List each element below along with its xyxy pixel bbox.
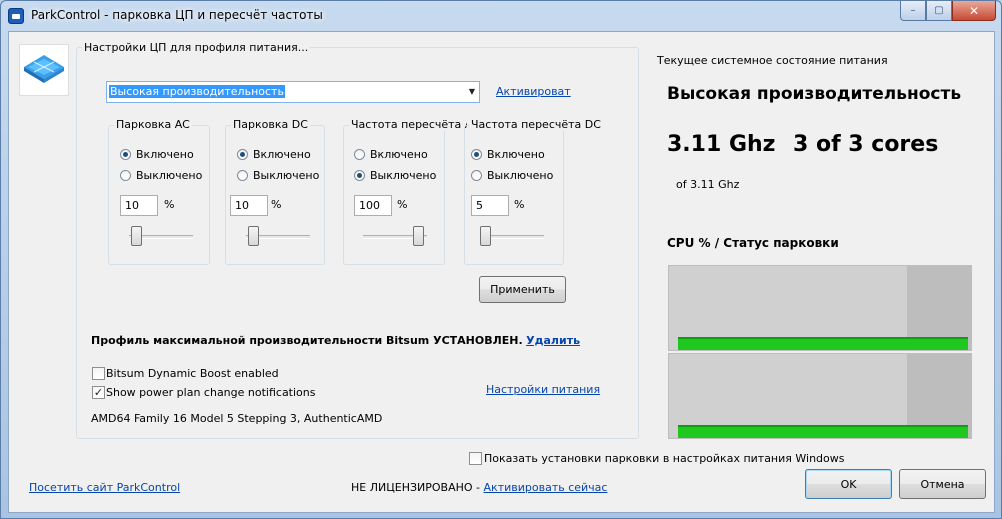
active-cores: 3 of 3 cores xyxy=(793,132,939,157)
parking-ac-off-label[interactable]: Выключено xyxy=(136,169,202,182)
max-frequency: of 3.11 Ghz xyxy=(676,178,740,191)
parkcontrol-app-icon[interactable] xyxy=(8,8,24,24)
cpu-frequency: 3.11 Ghz xyxy=(667,132,776,157)
parking-ac-slider-thumb[interactable] xyxy=(131,226,143,246)
parking-dc-unit: % xyxy=(271,198,282,211)
parking-ac-on-label[interactable]: Включено xyxy=(136,148,194,161)
apply-button[interactable]: Применить xyxy=(479,276,566,303)
remove-profile-link[interactable]: Удалить xyxy=(526,334,580,347)
bitsum-profile-text: Профиль максимальной производительности … xyxy=(91,334,523,347)
cancel-button[interactable]: Отмена xyxy=(899,469,986,499)
freq-scaling-ac-on-label[interactable]: Включено xyxy=(370,148,428,161)
show-parking-label[interactable]: Показать установки парковки в настройках… xyxy=(484,452,845,465)
dialog-client-area: Настройки ЦП для профиля питания... Высо… xyxy=(8,31,995,513)
freq-scaling-dc-value-input[interactable]: 5 xyxy=(471,195,509,216)
parking-ac-label: Парковка AC xyxy=(114,118,192,131)
freq-scaling-ac-off-label[interactable]: Выключено xyxy=(370,169,436,182)
current-plan-name: Высокая производительность xyxy=(667,84,962,104)
bitsum-profile-status: Профиль максимальной производительности … xyxy=(91,334,580,347)
activate-now-link[interactable]: Активировать сейчас xyxy=(484,481,608,494)
dynamic-boost-label[interactable]: Bitsum Dynamic Boost enabled xyxy=(106,367,279,380)
power-settings-link[interactable]: Настройки питания xyxy=(486,383,600,396)
freq-scaling-dc-on-radio[interactable] xyxy=(471,149,482,163)
freq-scaling-ac-value-input[interactable]: 100 xyxy=(354,195,392,216)
parking-dc-slider-thumb[interactable] xyxy=(248,226,260,246)
visit-site-link[interactable]: Посетить сайт ParkControl xyxy=(29,481,180,494)
parkcontrol-logo-icon xyxy=(19,44,69,96)
freq-scaling-dc-unit: % xyxy=(514,198,525,211)
chevron-down-icon[interactable]: ▼ xyxy=(469,87,475,96)
notifications-label[interactable]: Show power plan change notifications xyxy=(106,386,316,399)
freq-scaling-dc-off-radio[interactable] xyxy=(471,170,482,184)
parking-dc-off-radio[interactable] xyxy=(237,170,248,184)
parking-dc-off-label[interactable]: Выключено xyxy=(253,169,319,182)
cpu-chart-title: CPU % / Статус парковки xyxy=(667,236,839,250)
core-usage-bar xyxy=(678,337,968,350)
core-usage-bar xyxy=(678,425,968,438)
parking-ac-unit: % xyxy=(164,198,175,211)
cpu-settings-group-label: Настройки ЦП для профиля питания... xyxy=(82,41,311,54)
freq-scaling-dc-label: Частота пересчёта DC xyxy=(469,118,603,131)
power-profile-selected-value: Высокая производительность xyxy=(109,85,285,98)
ok-button[interactable]: OK xyxy=(805,469,892,499)
parking-ac-off-radio[interactable] xyxy=(120,170,131,184)
cpu-parking-chart xyxy=(668,265,972,442)
freq-scaling-ac-slider-thumb[interactable] xyxy=(413,226,424,246)
parking-ac-on-radio[interactable] xyxy=(120,149,131,163)
core-usage-row xyxy=(668,353,972,439)
parking-dc-value-input[interactable]: 10 xyxy=(230,195,268,216)
freq-scaling-dc-off-label[interactable]: Выключено xyxy=(487,169,553,182)
power-status-heading: Текущее системное состояние питания xyxy=(657,54,888,67)
power-profile-select[interactable]: Высокая производительность ▼ xyxy=(106,81,480,103)
close-button[interactable]: ✕ xyxy=(952,1,996,21)
core-usage-row xyxy=(668,265,972,351)
freq-scaling-dc-on-label[interactable]: Включено xyxy=(487,148,545,161)
freq-scaling-ac-unit: % xyxy=(397,198,408,211)
parking-ac-value-input[interactable]: 10 xyxy=(120,195,158,216)
unlicensed-text: НЕ ЛИЦЕНЗИРОВАНО - xyxy=(351,481,481,494)
caption-buttons: – ▢ ✕ xyxy=(900,1,996,21)
window-title: ParkControl - парковка ЦП и пересчёт час… xyxy=(31,8,323,22)
cpu-info-text: AMD64 Family 16 Model 5 Stepping 3, Auth… xyxy=(91,412,383,425)
minimize-button[interactable]: – xyxy=(900,1,926,21)
activate-profile-link[interactable]: Активироват xyxy=(496,85,571,98)
notifications-checkbox[interactable]: ✓ xyxy=(92,386,105,399)
parking-dc-on-label[interactable]: Включено xyxy=(253,148,311,161)
dynamic-boost-checkbox[interactable] xyxy=(92,367,105,380)
show-parking-checkbox[interactable] xyxy=(469,452,482,465)
app-window: ParkControl - парковка ЦП и пересчёт час… xyxy=(0,0,1002,519)
freq-scaling-ac-label: Частота пересчёта AC xyxy=(349,118,467,131)
license-status: НЕ ЛИЦЕНЗИРОВАНО - Активировать сейчас xyxy=(351,481,607,494)
title-bar[interactable]: ParkControl - парковка ЦП и пересчёт час… xyxy=(1,1,1001,31)
freq-scaling-dc-slider-thumb[interactable] xyxy=(479,226,491,246)
parking-dc-label: Парковка DC xyxy=(231,118,310,131)
maximize-button[interactable]: ▢ xyxy=(926,1,952,21)
freq-scaling-ac-off-radio[interactable] xyxy=(354,170,365,184)
parking-dc-on-radio[interactable] xyxy=(237,149,248,163)
freq-scaling-ac-on-radio[interactable] xyxy=(354,149,365,163)
